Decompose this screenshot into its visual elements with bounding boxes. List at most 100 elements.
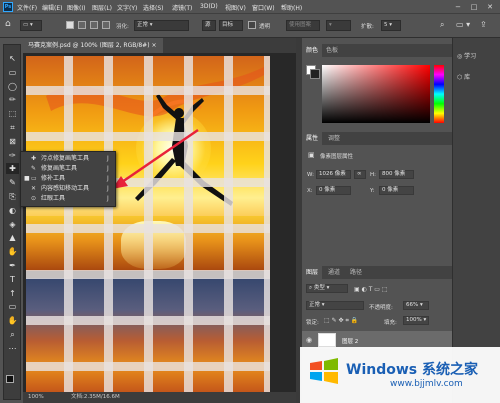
lock-icons[interactable]: ⬚ ✎ ✥ ⌗ 🔒 bbox=[324, 317, 358, 325]
menu-type[interactable]: 文字(Y) bbox=[117, 3, 137, 12]
pattern-picker[interactable]: ▾ bbox=[326, 20, 351, 31]
watermark-url: www.bjjmlv.com bbox=[390, 379, 463, 389]
watermark: Windows 系统之家 www.bjjmlv.com bbox=[300, 347, 500, 403]
document-tab[interactable]: 马赛克案例.psd @ 100% (图层 2, RGB/8#) × bbox=[23, 38, 163, 53]
zoom-level[interactable]: 100% bbox=[28, 392, 44, 403]
path-select-tool-icon[interactable]: ↑ bbox=[6, 288, 19, 299]
document-image[interactable] bbox=[26, 56, 270, 392]
flyout-item-healing-brush[interactable]: ✎ 修复画笔工具 J bbox=[21, 164, 115, 174]
height-field[interactable]: 800 像素 bbox=[379, 170, 414, 179]
feather-label: 羽化: bbox=[116, 24, 129, 30]
search-icon[interactable]: ⌕ bbox=[440, 20, 444, 30]
subtract-selection-icon[interactable] bbox=[90, 21, 98, 29]
pen-tool-icon[interactable]: ✒ bbox=[6, 260, 19, 271]
link-icon[interactable]: ∞ bbox=[354, 170, 366, 179]
flyout-item-content-aware-move[interactable]: ✕ 内容感知移动工具 J bbox=[21, 184, 115, 194]
tab-channels[interactable]: 通道 bbox=[324, 266, 344, 279]
history-brush-tool-icon[interactable]: ◐ bbox=[6, 205, 19, 216]
intersect-selection-icon[interactable] bbox=[102, 21, 110, 29]
gradient-tool-icon[interactable]: ▲ bbox=[6, 232, 19, 243]
mode-select[interactable]: 正常 ▾ bbox=[134, 20, 189, 31]
target-button[interactable]: 目标 bbox=[219, 20, 243, 31]
menu-file[interactable]: 文件(F) bbox=[17, 3, 37, 12]
maximize-icon[interactable]: □ bbox=[468, 2, 480, 12]
blur-tool-icon[interactable]: ✋ bbox=[6, 246, 19, 257]
eraser-tool-icon[interactable]: ◈ bbox=[6, 219, 19, 230]
crop-tool-icon[interactable]: ⬚ bbox=[6, 108, 19, 119]
home-icon[interactable]: ⌂ bbox=[5, 19, 11, 29]
foreground-color-swatch[interactable] bbox=[6, 375, 14, 383]
use-pattern-button[interactable]: 使用图案 bbox=[286, 20, 320, 31]
menu-view[interactable]: 视图(V) bbox=[225, 3, 246, 12]
layers-panel-tabs: 图层 通道 路径 bbox=[302, 266, 452, 279]
libraries-panel-button[interactable]: ⬡ 库 bbox=[457, 72, 497, 84]
layer-filter-select[interactable]: ⌕ 类型 ▾ bbox=[306, 284, 348, 293]
minimize-icon[interactable]: − bbox=[452, 2, 464, 12]
content-aware-move-icon: ✕ bbox=[31, 185, 37, 192]
layer-filter-icons[interactable]: ▣ ◐ T ▭ ⬚ bbox=[354, 286, 388, 293]
hand-tool-icon[interactable]: ✋ bbox=[6, 315, 19, 326]
hue-slider[interactable] bbox=[434, 65, 444, 123]
frame-tool-icon[interactable]: ⌗ bbox=[6, 122, 19, 133]
menu-help[interactable]: 帮助(H) bbox=[281, 3, 302, 12]
zoom-tool-icon[interactable]: ⌕ bbox=[6, 329, 19, 340]
stamp-tool-icon[interactable]: ⎘ bbox=[6, 191, 19, 202]
quick-select-tool-icon[interactable]: ✏ bbox=[6, 94, 19, 105]
tab-layers[interactable]: 图层 bbox=[302, 266, 323, 279]
add-selection-icon[interactable] bbox=[78, 21, 86, 29]
visibility-eye-icon[interactable]: ◉ bbox=[306, 336, 312, 344]
bg-swatch[interactable] bbox=[310, 69, 320, 79]
tab-properties[interactable]: 属性 bbox=[302, 132, 323, 145]
workspace-icon[interactable]: ▭ ▾ bbox=[456, 20, 470, 29]
layer-name[interactable]: 图层 2 bbox=[342, 337, 358, 345]
share-icon[interactable]: ⇪ bbox=[480, 20, 487, 29]
tab-paths[interactable]: 路径 bbox=[346, 266, 366, 279]
transparent-label: 透明 bbox=[259, 24, 271, 30]
more-tool-icon[interactable]: ⋯ bbox=[6, 343, 19, 354]
layer-type-label: 像素图层属性 bbox=[320, 154, 354, 160]
tab-swatches[interactable]: 色板 bbox=[322, 44, 342, 57]
y-field[interactable]: 0 像素 bbox=[379, 186, 414, 195]
menu-filter[interactable]: 滤镜(T) bbox=[172, 3, 192, 12]
flyout-item-red-eye[interactable]: ⊙ 红眼工具 J bbox=[21, 194, 115, 204]
tab-color[interactable]: 颜色 bbox=[302, 44, 323, 57]
lock-label: 锁定: bbox=[306, 320, 319, 326]
menu-image[interactable]: 图像(I) bbox=[67, 3, 85, 12]
tool-preset-picker[interactable]: ▭ ▾ bbox=[20, 20, 42, 31]
width-field[interactable]: 1026 像素 bbox=[316, 170, 351, 179]
menu-window[interactable]: 窗口(W) bbox=[252, 3, 275, 12]
x-field[interactable]: 0 像素 bbox=[316, 186, 351, 195]
move-tool-icon[interactable]: ↖ bbox=[6, 53, 19, 64]
canvas-area[interactable] bbox=[23, 53, 296, 393]
eyedropper-tool-icon[interactable]: ⊠ bbox=[6, 136, 19, 147]
healing-tools-flyout: ✚ 污点修复画笔工具 J ✎ 修复画笔工具 J ■ ▭ 修补工具 J ✕ 内容感… bbox=[20, 151, 116, 207]
flyout-item-patch-tool[interactable]: ■ ▭ 修补工具 J bbox=[21, 174, 115, 184]
fill-field[interactable]: 100% ▾ bbox=[403, 316, 429, 325]
color-field[interactable] bbox=[322, 65, 430, 123]
transparent-checkbox[interactable] bbox=[248, 21, 256, 29]
tab-adjustments[interactable]: 调整 bbox=[324, 132, 344, 145]
learn-panel-button[interactable]: ◎ 学习 bbox=[457, 51, 497, 63]
brush-tool-icon[interactable]: ✎ bbox=[6, 177, 19, 188]
close-icon[interactable]: ✕ bbox=[484, 2, 496, 12]
spread-label: 扩散: bbox=[361, 24, 374, 30]
type-tool-icon[interactable]: T bbox=[6, 274, 19, 285]
opacity-field[interactable]: 66% ▾ bbox=[403, 301, 429, 310]
source-button[interactable]: 源 bbox=[202, 20, 216, 31]
menu-3d[interactable]: 3D(D) bbox=[200, 3, 218, 10]
properties-panel-tabs: 属性 调整 bbox=[302, 132, 452, 145]
menu-edit[interactable]: 编辑(E) bbox=[42, 3, 62, 12]
blend-mode-select[interactable]: 正常 ▾ bbox=[306, 301, 364, 310]
lasso-tool-icon[interactable]: ◯ bbox=[6, 81, 19, 92]
flyout-item-spot-healing-brush[interactable]: ✚ 污点修复画笔工具 J bbox=[21, 154, 115, 164]
new-selection-icon[interactable] bbox=[66, 21, 74, 29]
menu-layer[interactable]: 图层(L) bbox=[92, 3, 112, 12]
ruler-tool-icon[interactable]: ✑ bbox=[6, 150, 19, 161]
rect-marquee-tool-icon[interactable]: ▭ bbox=[6, 67, 19, 78]
healing-tool-icon[interactable]: ✚ bbox=[6, 163, 19, 175]
tab-close-icon[interactable]: × bbox=[151, 42, 156, 49]
spread-input[interactable]: 5 ▾ bbox=[381, 20, 401, 31]
menu-select[interactable]: 选择(S) bbox=[143, 3, 164, 12]
shape-tool-icon[interactable]: ▭ bbox=[6, 301, 19, 312]
fill-label: 填充: bbox=[384, 320, 397, 326]
